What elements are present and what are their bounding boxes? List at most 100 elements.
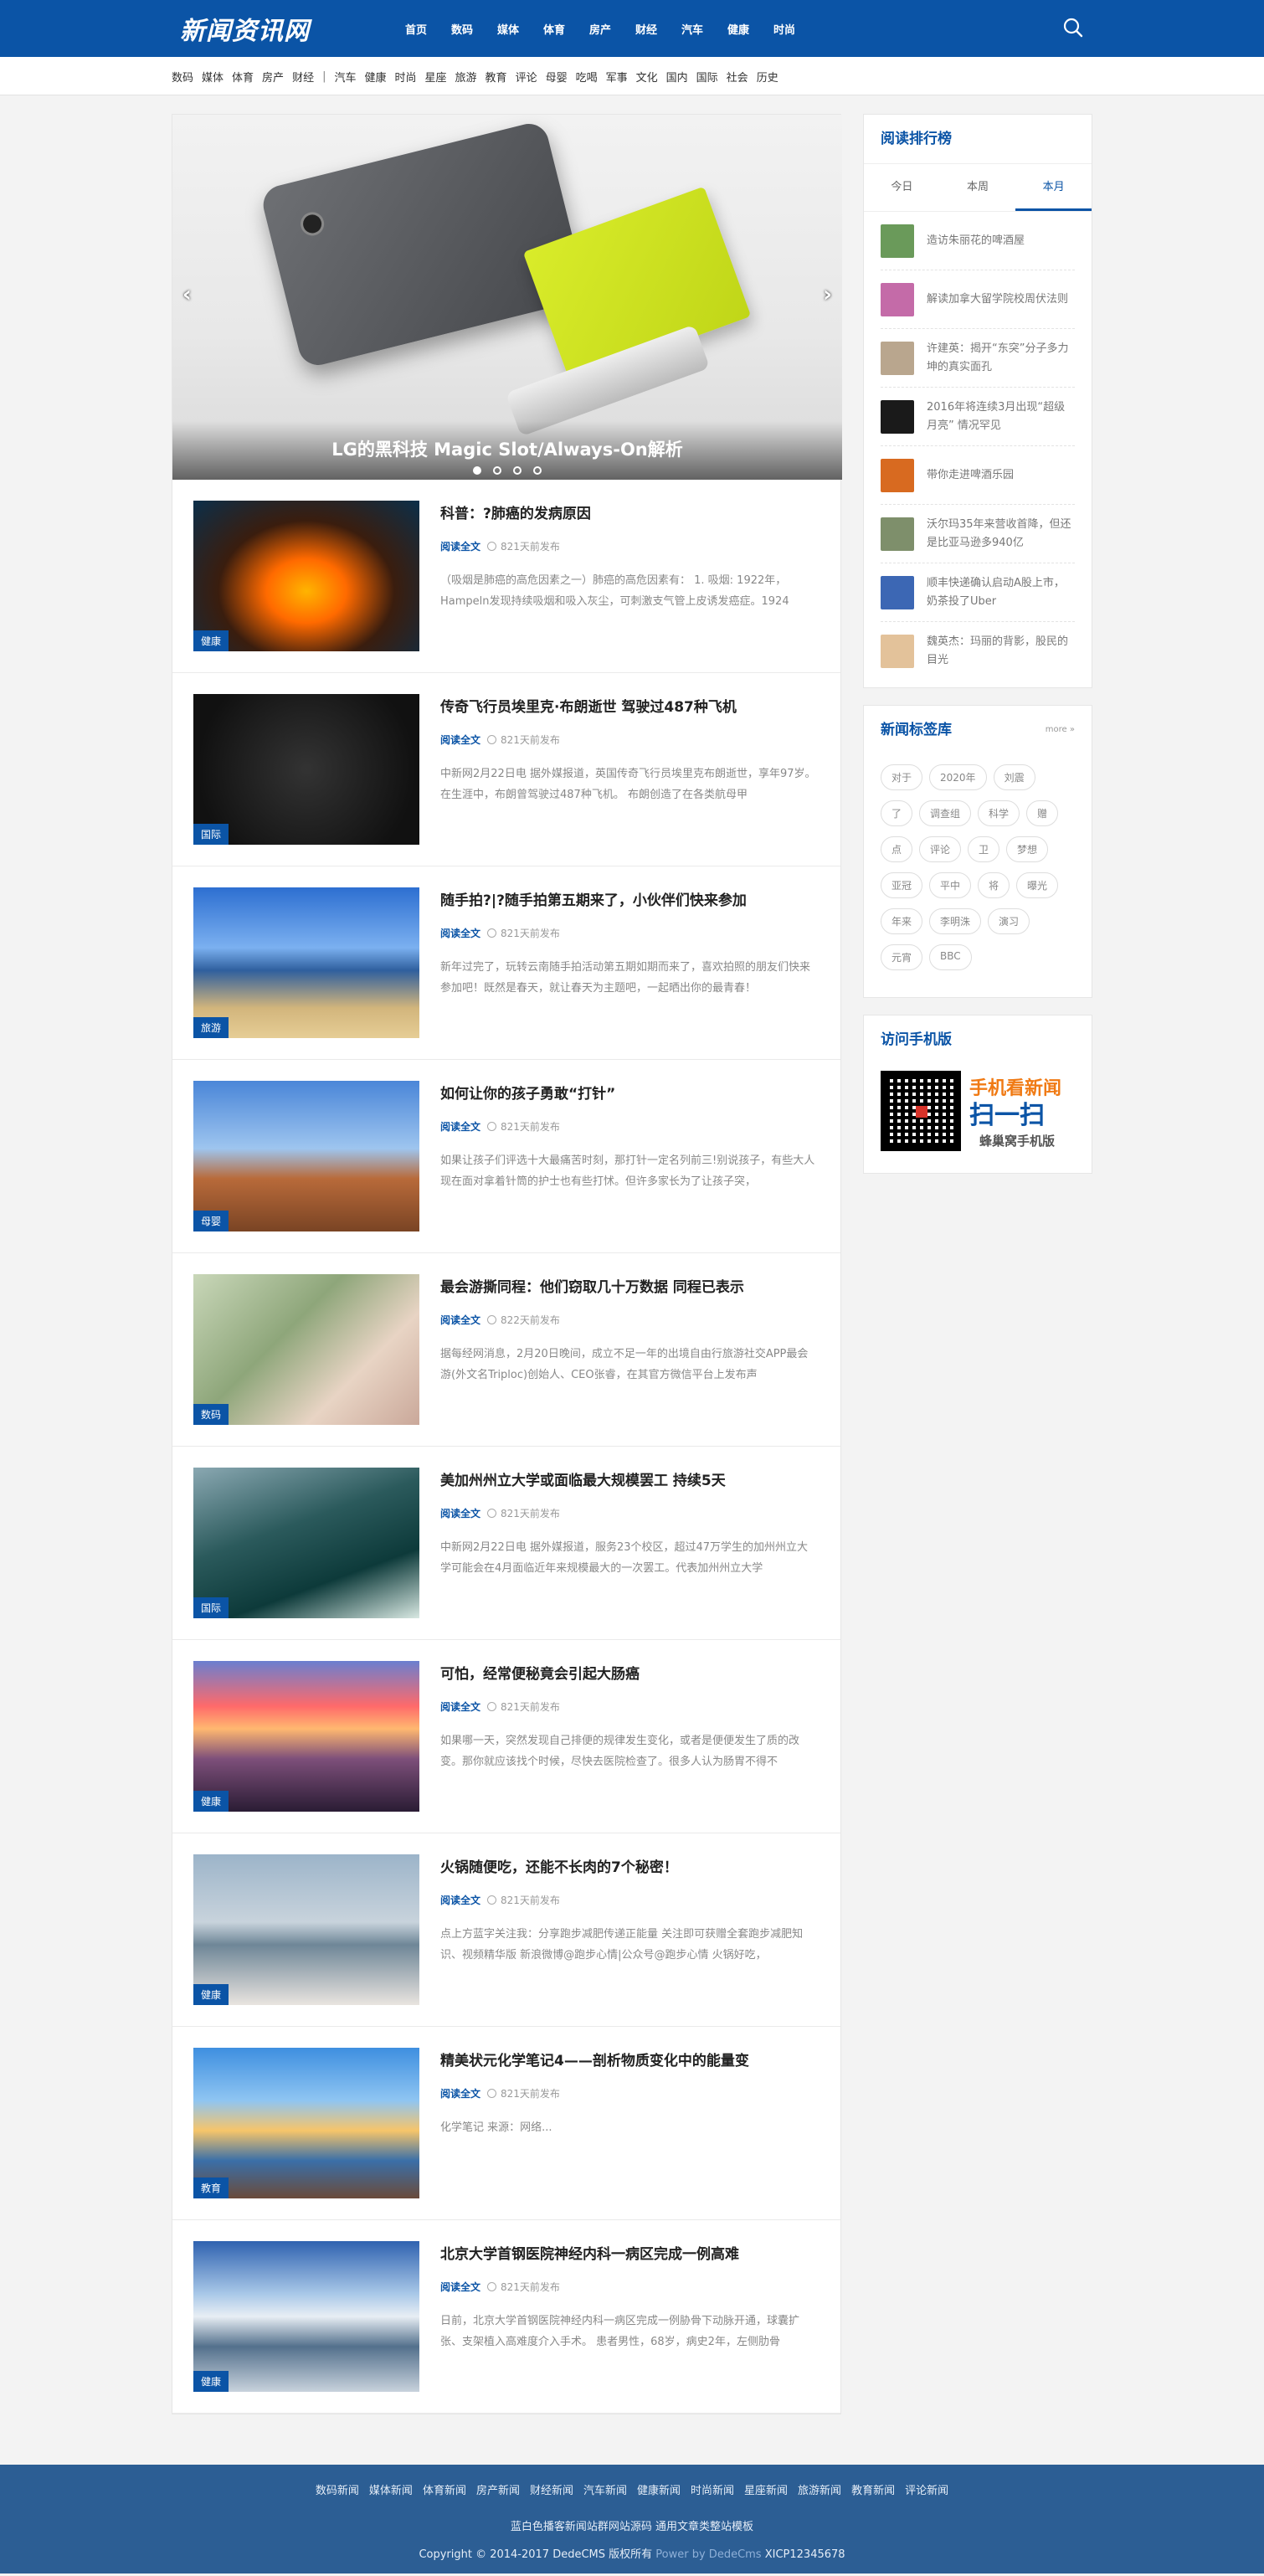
article-category-tag[interactable]: 数码	[193, 1404, 229, 1425]
tag-pill[interactable]: 年来	[881, 908, 923, 934]
subnav-item[interactable]: 社会	[727, 69, 748, 85]
article-thumbnail[interactable]: 旅游	[193, 887, 419, 1038]
subnav-item[interactable]: 汽车	[334, 69, 356, 85]
article-item[interactable]: 健康 可怕，经常便秘竟会引起大肠癌 阅读全文 821天前发布 如果哪一天，突然发现自己排…	[172, 1640, 840, 1833]
read-more-link[interactable]: 阅读全文	[440, 926, 480, 940]
article-item[interactable]: 健康 北京大学首钢医院神经内科一病区完成一例高难 阅读全文 821天前发布 日前，北京大…	[172, 2220, 840, 2414]
article-title[interactable]: 最会游撕同程：他们窃取几十万数据 同程已表示	[440, 1278, 817, 1298]
rank-item[interactable]: 沃尔玛35年来营收首降，但还是比亚马逊多940亿	[881, 505, 1075, 563]
article-title[interactable]: 北京大学首钢医院神经内科一病区完成一例高难	[440, 2244, 817, 2265]
tag-pill[interactable]: 亚冠	[881, 872, 923, 898]
rank-item-title[interactable]: 魏英杰：玛丽的背影，股民的目光	[927, 633, 1075, 670]
read-more-link[interactable]: 阅读全文	[440, 1119, 480, 1134]
article-category-tag[interactable]: 教育	[193, 2178, 229, 2198]
tags-more-link[interactable]: more »	[1046, 706, 1075, 754]
article-thumbnail[interactable]: 国际	[193, 694, 419, 845]
article-item[interactable]: 国际 传奇飞行员埃里克·布朗逝世 驾驶过487种飞机 阅读全文 821天前发布 中新网2…	[172, 673, 840, 866]
nav-item-fashion[interactable]: 时尚	[773, 21, 820, 37]
tag-pill[interactable]: 演习	[988, 908, 1030, 934]
article-title[interactable]: 随手拍?|?随手拍第五期来了，小伙伴们快来参加	[440, 891, 817, 911]
subnav-item[interactable]: 财经	[292, 69, 314, 85]
article-item[interactable]: 健康 科普：?肺癌的发病原因 阅读全文 821天前发布 （吸烟是肺癌的高危因素之一）肺癌…	[172, 480, 840, 673]
rank-item[interactable]: 顺丰快递确认启动A股上市，奶茶投了Uber	[881, 563, 1075, 622]
rank-item[interactable]: 许建英：揭开“东突”分子多力坤的真实面孔	[881, 329, 1075, 388]
footer-link[interactable]: 汽车新闻	[583, 2485, 627, 2497]
search-icon[interactable]	[1062, 17, 1084, 39]
footer-link[interactable]: 评论新闻	[905, 2485, 948, 2497]
subnav-item[interactable]: 评论	[516, 69, 537, 85]
article-title[interactable]: 传奇飞行员埃里克·布朗逝世 驾驶过487种飞机	[440, 697, 817, 717]
rank-thumbnail[interactable]	[881, 224, 914, 258]
article-thumbnail[interactable]: 健康	[193, 501, 419, 651]
slider-dot[interactable]	[533, 466, 542, 475]
footer-power-link[interactable]: Power by DedeCms	[655, 2548, 761, 2561]
subnav-item[interactable]: 体育	[232, 69, 254, 85]
footer-link[interactable]: 教育新闻	[851, 2485, 895, 2497]
rank-thumbnail[interactable]	[881, 341, 914, 375]
rank-tab[interactable]: 今日	[864, 164, 940, 211]
rank-tab[interactable]: 本月	[1015, 164, 1092, 211]
article-thumbnail[interactable]: 健康	[193, 1854, 419, 2005]
footer-icp[interactable]: XICP12345678	[765, 2548, 845, 2561]
article-category-tag[interactable]: 健康	[193, 1984, 229, 2005]
slider-dot[interactable]	[493, 466, 501, 475]
rank-item-title[interactable]: 造访朱丽花的啤酒屋	[927, 232, 1025, 250]
nav-item-auto[interactable]: 汽车	[681, 21, 727, 37]
slider-next-arrow-icon[interactable]: ›	[823, 282, 832, 307]
tag-pill[interactable]: 将	[978, 872, 1010, 898]
rank-thumbnail[interactable]	[881, 399, 914, 434]
tag-pill[interactable]: 调查组	[919, 800, 972, 826]
article-thumbnail[interactable]: 健康	[193, 1661, 419, 1812]
footer-link[interactable]: 健康新闻	[637, 2485, 681, 2497]
article-category-tag[interactable]: 旅游	[193, 1017, 229, 1038]
tag-pill[interactable]: 了	[881, 800, 913, 826]
rank-thumbnail[interactable]	[881, 282, 914, 316]
tag-pill[interactable]: 曝光	[1016, 872, 1059, 898]
slider-dot[interactable]	[473, 466, 481, 475]
subnav-item[interactable]: 历史	[757, 69, 778, 85]
article-category-tag[interactable]: 国际	[193, 824, 229, 845]
footer-link[interactable]: 时尚新闻	[691, 2485, 734, 2497]
rank-item-title[interactable]: 许建英：揭开“东突”分子多力坤的真实面孔	[927, 340, 1075, 377]
article-category-tag[interactable]: 国际	[193, 1597, 229, 1618]
article-item[interactable]: 母婴 如何让你的孩子勇敢“打针” 阅读全文 821天前发布 如果让孩子们评选十大最痛苦时…	[172, 1060, 840, 1253]
article-item[interactable]: 旅游 随手拍?|?随手拍第五期来了，小伙伴们快来参加 阅读全文 821天前发布 新年过完…	[172, 866, 840, 1060]
nav-item-finance[interactable]: 财经	[635, 21, 681, 37]
article-item[interactable]: 国际 美加州州立大学或面临最大规模罢工 持续5天 阅读全文 821天前发布 中新网2月2…	[172, 1447, 840, 1640]
article-thumbnail[interactable]: 健康	[193, 2241, 419, 2392]
slider-dot[interactable]	[513, 466, 522, 475]
subnav-item[interactable]: 星座	[425, 69, 447, 85]
subnav-item[interactable]: 军事	[606, 69, 628, 85]
subnav-item[interactable]: 时尚	[395, 69, 417, 85]
subnav-item[interactable]: 媒体	[202, 69, 224, 85]
tag-pill[interactable]: 对于	[881, 764, 923, 790]
read-more-link[interactable]: 阅读全文	[440, 1506, 480, 1520]
read-more-link[interactable]: 阅读全文	[440, 1313, 480, 1327]
tag-pill[interactable]: 梦想	[1006, 836, 1049, 862]
rank-thumbnail[interactable]	[881, 517, 914, 551]
article-item[interactable]: 教育 精美状元化学笔记4——剖析物质变化中的能量变 阅读全文 821天前发布 化学笔记 …	[172, 2027, 840, 2220]
article-title[interactable]: 火锅随便吃，还能不长肉的7个秘密！	[440, 1858, 817, 1878]
article-item[interactable]: 健康 火锅随便吃，还能不长肉的7个秘密！ 阅读全文 821天前发布 点上方蓝字关注我：分…	[172, 1833, 840, 2027]
rank-item[interactable]: 造访朱丽花的啤酒屋	[881, 212, 1075, 270]
footer-link[interactable]: 体育新闻	[423, 2485, 466, 2497]
rank-thumbnail[interactable]	[881, 575, 914, 609]
footer-link[interactable]: 财经新闻	[530, 2485, 573, 2497]
subnav-item[interactable]: 国内	[666, 69, 688, 85]
footer-link[interactable]: 数码新闻	[316, 2485, 359, 2497]
article-title[interactable]: 科普：?肺癌的发病原因	[440, 504, 817, 524]
footer-link[interactable]: 星座新闻	[744, 2485, 788, 2497]
rank-item-title[interactable]: 解读加拿大留学院校周伏法则	[927, 291, 1068, 309]
rank-item-title[interactable]: 顺丰快递确认启动A股上市，奶茶投了Uber	[927, 574, 1075, 611]
rank-item[interactable]: 带你走进啤酒乐园	[881, 446, 1075, 505]
footer-link[interactable]: 房产新闻	[476, 2485, 520, 2497]
tag-pill[interactable]: 平中	[929, 872, 972, 898]
read-more-link[interactable]: 阅读全文	[440, 2280, 480, 2294]
rank-item[interactable]: 解读加拿大留学院校周伏法则	[881, 270, 1075, 329]
tag-pill[interactable]: 赠	[1026, 800, 1059, 826]
rank-tab[interactable]: 本周	[940, 164, 1016, 211]
read-more-link[interactable]: 阅读全文	[440, 1893, 480, 1907]
article-thumbnail[interactable]: 数码	[193, 1274, 419, 1425]
article-title[interactable]: 如何让你的孩子勇敢“打针”	[440, 1084, 817, 1104]
article-category-tag[interactable]: 健康	[193, 630, 229, 651]
